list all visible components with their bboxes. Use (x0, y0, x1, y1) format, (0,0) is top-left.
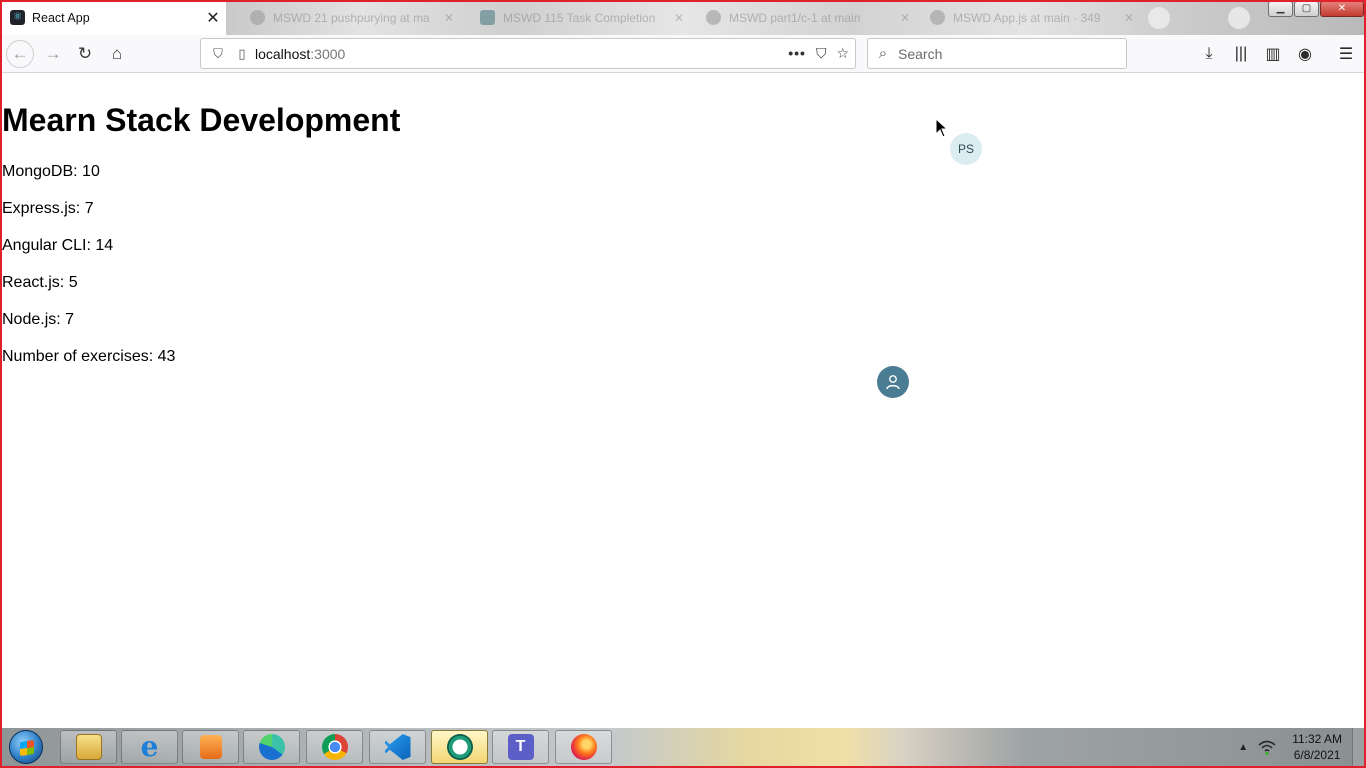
course-line-mongodb: MongoDB: 10 (2, 163, 100, 180)
address-bar[interactable]: ⛉ ▯ localhost :3000 ••• ⛉ ☆ (200, 38, 856, 69)
tab-background-3[interactable]: MSWD part1/c-1 at main ✕ (688, 0, 916, 35)
github-icon (930, 10, 945, 25)
course-line-react: React.js: 5 (2, 274, 78, 291)
taskbar-media-player[interactable] (182, 730, 239, 764)
url-port: :3000 (310, 45, 346, 62)
taskbar-chrome[interactable] (306, 730, 363, 764)
page-heading: Mearn Stack Development (2, 102, 401, 138)
github-icon (706, 10, 721, 25)
taskbar-teams[interactable]: T (492, 730, 549, 764)
more-actions-icon[interactable]: ••• (788, 45, 806, 62)
media-player-icon (199, 735, 222, 759)
vscode-icon (384, 734, 411, 760)
library-icon[interactable]: ||| (1227, 40, 1255, 68)
chrome-icon (321, 734, 348, 760)
taskbar-camtasia[interactable] (431, 730, 488, 764)
windows-logo-icon (9, 730, 43, 764)
firefox-icon (570, 734, 597, 760)
page-info-icon[interactable]: ▯ (233, 46, 251, 62)
tab-background-4[interactable]: MSWD App.js at main · 349 ✕ (912, 0, 1140, 35)
sidebar-icon[interactable]: ▥ (1259, 40, 1287, 68)
course-line-express: Express.js: 7 (2, 200, 94, 217)
internet-explorer-icon: e (140, 730, 159, 763)
taskbar-internet-explorer[interactable]: e (121, 730, 178, 764)
close-tab-icon[interactable]: ✕ (438, 11, 460, 25)
start-button[interactable] (6, 729, 46, 765)
search-bar[interactable]: ⌕ (867, 38, 1127, 69)
forward-button[interactable]: → (39, 40, 67, 68)
page-icon (480, 10, 495, 25)
edge-icon (258, 734, 285, 760)
tab-background-2[interactable]: MSWD 115 Task Completion ✕ (462, 0, 690, 35)
search-icon: ⌕ (878, 45, 888, 62)
window-controls: ▁ ▢ ✕ (1268, 1, 1364, 17)
user-icon (886, 375, 900, 390)
course-line-angular: Angular CLI: 14 (2, 237, 114, 254)
taskbar-explorer[interactable] (60, 730, 117, 764)
maximize-button[interactable]: ▢ (1294, 1, 1319, 17)
github-icon (250, 10, 265, 25)
taskbar: e T ▲ 11:32 AM 6/8/2021 (2, 728, 1364, 766)
reload-button[interactable]: ↻ (71, 40, 99, 68)
clock-time: 11:32 AM (1292, 732, 1342, 746)
user-avatar[interactable] (877, 366, 909, 398)
tab-background-1[interactable]: MSWD 21 pushpurying at ma ✕ (232, 0, 460, 35)
close-window-button[interactable]: ✕ (1320, 1, 1364, 17)
close-tab-icon[interactable]: ✕ (668, 11, 690, 25)
show-desktop-button[interactable] (1352, 728, 1364, 766)
tab-title: MSWD part1/c-1 at main (729, 10, 861, 25)
clock-date: 6/8/2021 (1293, 748, 1341, 762)
course-line-node: Node.js: 7 (2, 311, 75, 328)
tab-title: MSWD 115 Task Completion (503, 10, 656, 25)
system-tray: ▲ 11:32 AM 6/8/2021 (1238, 728, 1364, 766)
shield-icon[interactable]: ⛉ (209, 46, 227, 62)
taskbar-vscode[interactable] (369, 730, 426, 764)
account-icon[interactable]: ◉ (1291, 40, 1319, 68)
menu-icon[interactable]: ☰ (1332, 40, 1360, 68)
folder-icon (75, 734, 102, 760)
close-tab-icon[interactable]: ✕ (200, 8, 226, 28)
downloads-icon[interactable]: ⤓ (1195, 40, 1223, 68)
total-exercises: Number of exercises: 43 (2, 348, 176, 365)
navigation-toolbar: ← → ↻ ⌂ ⛉ ▯ localhost :3000 ••• ⛉ ☆ ⌕ ⤓ … (2, 35, 1364, 73)
clock[interactable]: 11:32 AM 6/8/2021 (1292, 731, 1342, 763)
pocket-icon[interactable]: ⛉ (816, 45, 827, 62)
tab-react-app[interactable]: ⚛ React App ✕ (2, 0, 226, 35)
teams-icon: T (507, 734, 534, 760)
show-hidden-icons-icon[interactable]: ▲ (1238, 742, 1248, 753)
mouse-cursor-icon (935, 118, 949, 138)
camtasia-icon (446, 734, 473, 760)
url-host: localhost (255, 45, 311, 62)
tab-strip: ⚛ React App ✕ MSWD 21 pushpurying at ma … (0, 0, 1366, 35)
search-input[interactable] (898, 45, 1108, 62)
page-content: Mearn Stack Development MongoDB: 10 Expr… (2, 74, 1364, 728)
bookmark-star-icon[interactable]: ☆ (836, 45, 849, 62)
back-button[interactable]: ← (6, 40, 34, 68)
taskbar-firefox[interactable] (555, 730, 612, 764)
tab-title: React App (32, 10, 90, 25)
minimize-button[interactable]: ▁ (1268, 1, 1293, 17)
taskbar-edge[interactable] (243, 730, 300, 764)
tab-title: MSWD 21 pushpurying at ma (273, 10, 430, 25)
tab-title: MSWD App.js at main · 349 (953, 10, 1101, 25)
presenter-avatar[interactable]: PS (950, 133, 982, 165)
wifi-icon[interactable] (1258, 739, 1276, 755)
react-icon: ⚛ (10, 10, 25, 25)
close-tab-icon[interactable]: ✕ (1118, 11, 1140, 25)
home-button[interactable]: ⌂ (103, 40, 131, 68)
